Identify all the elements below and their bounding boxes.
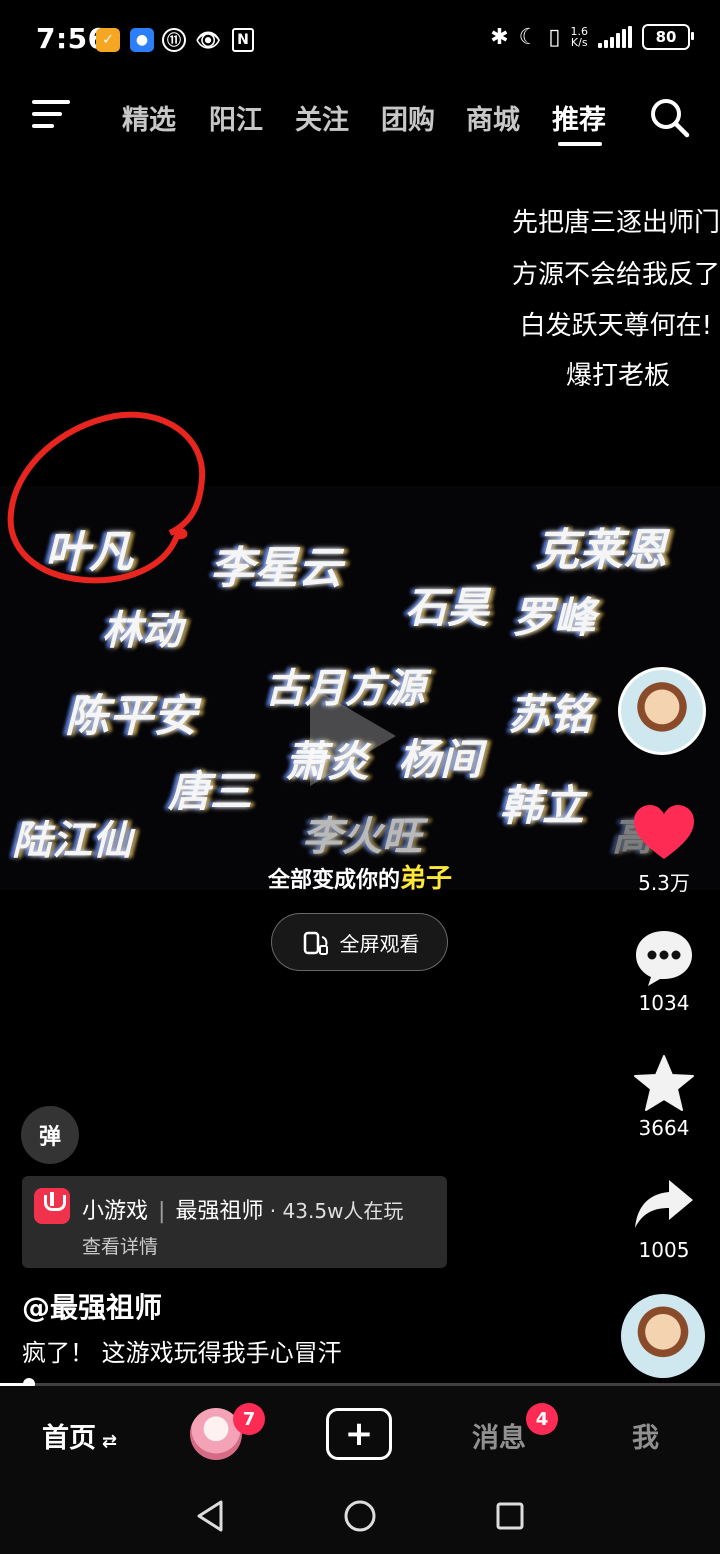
app-notification-icon-2: ● bbox=[130, 28, 154, 52]
share-count: 1005 bbox=[638, 1238, 690, 1262]
bluetooth-icon: ✱ bbox=[490, 24, 509, 50]
author-name[interactable]: @最强祖师 bbox=[22, 1286, 162, 1326]
system-nav-bar bbox=[0, 1484, 720, 1554]
fullscreen-button-label: 全屏观看 bbox=[339, 931, 420, 956]
tab-following[interactable]: 关注 bbox=[295, 98, 349, 137]
tab-mall[interactable]: 商城 bbox=[466, 98, 520, 137]
battery-icon: 80 bbox=[642, 24, 694, 50]
video-name: 林动 bbox=[102, 607, 182, 654]
comment-icon[interactable] bbox=[634, 929, 694, 987]
moon-icon: ☾ bbox=[518, 24, 539, 50]
back-icon[interactable] bbox=[193, 1498, 227, 1534]
music-disc-avatar[interactable] bbox=[621, 1294, 705, 1378]
friends-badge: 7 bbox=[233, 1403, 265, 1435]
mini-game-icon bbox=[34, 1188, 70, 1224]
mini-game-players-value: 43.5w人在玩 bbox=[282, 1199, 404, 1223]
video-name: 杨间 bbox=[398, 735, 483, 784]
danmaku-button-label: 弹 bbox=[38, 1125, 61, 1150]
top-nav: 精选 阳江 关注 团购 商城 推荐 bbox=[0, 80, 720, 160]
favorite-count: 3664 bbox=[638, 1116, 690, 1140]
caption-line: 爆打老板 bbox=[565, 361, 670, 391]
mini-game-title: 小游戏 | 最强祖师 · 43.5w人在玩 bbox=[82, 1193, 403, 1225]
mini-game-name: 最强祖师 bbox=[175, 1199, 264, 1224]
video-name: 韩立 bbox=[500, 781, 585, 830]
play-icon[interactable] bbox=[310, 686, 396, 786]
status-right: ✱ ☾ ▯ 1.6 K/s 80 bbox=[490, 24, 694, 50]
vibrate-icon: ▯ bbox=[548, 24, 561, 50]
video-name: 李火旺 bbox=[302, 813, 422, 860]
mini-game-players: · 43.5w人在玩 bbox=[263, 1199, 404, 1223]
bottom-tab-bar: 首页 ⇄ 7 + 消息 4 我 bbox=[0, 1386, 720, 1484]
video-name: 唐三 bbox=[168, 767, 253, 816]
tab-home-label: 首页 bbox=[42, 1423, 96, 1454]
video-name: 陈平安 bbox=[65, 691, 197, 742]
rotate-screen-icon bbox=[303, 931, 328, 955]
active-tab-indicator bbox=[558, 142, 602, 146]
author-avatar[interactable] bbox=[618, 667, 706, 755]
eye-icon: 👁 bbox=[195, 28, 221, 52]
home-circle-icon[interactable] bbox=[342, 1498, 378, 1534]
annotation-circle bbox=[7, 411, 206, 584]
mini-game-card[interactable]: 小游戏 | 最强祖师 · 43.5w人在玩 查看详情 bbox=[22, 1176, 447, 1268]
recent-apps-icon[interactable] bbox=[493, 1499, 527, 1533]
nfc-icon: N bbox=[232, 28, 254, 52]
net-speed-unit: K/s bbox=[570, 36, 588, 49]
tab-yangjiang[interactable]: 阳江 bbox=[209, 98, 263, 137]
battery-level: 80 bbox=[655, 28, 677, 46]
video-name: 罗峰 bbox=[512, 593, 597, 642]
tab-me[interactable]: 我 bbox=[632, 1416, 659, 1455]
video-subtitle-text: 全部变成你的 bbox=[267, 868, 400, 890]
favorite-star-icon[interactable] bbox=[633, 1054, 695, 1112]
mini-game-detail-link[interactable]: 查看详情 bbox=[82, 1232, 158, 1259]
add-post-button[interactable]: + bbox=[326, 1408, 392, 1460]
menu-icon[interactable] bbox=[32, 100, 70, 132]
tab-featured[interactable]: 精选 bbox=[122, 98, 176, 137]
tab-recommended[interactable]: 推荐 bbox=[552, 98, 606, 137]
video-subtitle: 全部变成你的弟子 bbox=[0, 858, 720, 890]
video-name: 克莱恩 bbox=[535, 525, 667, 576]
like-count: 5.3万 bbox=[638, 871, 690, 895]
mini-game-separator: | bbox=[158, 1199, 166, 1224]
tab-group-buy[interactable]: 团购 bbox=[381, 98, 435, 137]
net-speed: 1.6 K/s bbox=[571, 26, 589, 48]
video-subtitle-highlight: 弟子 bbox=[400, 864, 453, 890]
comment-count: 1034 bbox=[638, 991, 690, 1015]
video-name: 石昊 bbox=[405, 583, 490, 632]
messages-badge: 4 bbox=[526, 1403, 558, 1435]
signal-icon bbox=[598, 26, 632, 48]
share-icon[interactable] bbox=[633, 1178, 695, 1230]
fullscreen-button[interactable]: 全屏观看 bbox=[271, 913, 448, 971]
like-icon[interactable] bbox=[632, 803, 696, 861]
search-icon[interactable] bbox=[648, 96, 690, 138]
video-name: 苏铭 bbox=[508, 690, 593, 739]
switch-arrows-icon: ⇄ bbox=[102, 1431, 118, 1452]
mini-game-type: 小游戏 bbox=[82, 1199, 149, 1224]
video-description: 疯了！ 这游戏玩得我手心冒汗 bbox=[22, 1339, 342, 1367]
app-notification-icon: ✓ bbox=[96, 28, 120, 52]
app-notification-icon-3: ⑪ bbox=[162, 28, 186, 52]
tab-messages[interactable]: 消息 bbox=[472, 1416, 526, 1455]
video-name: 李星云 bbox=[210, 543, 342, 594]
caption-line: 方源不会给我反了 bbox=[511, 260, 720, 290]
danmaku-button[interactable]: 弹 bbox=[21, 1106, 79, 1164]
caption-line: 先把唐三逐出师门 bbox=[511, 208, 720, 238]
caption-line: 白发跃天尊何在! bbox=[519, 311, 712, 341]
status-bar: 7:56 ✓ ● ⑪ 👁 N ✱ ☾ ▯ 1.6 K/s 80 bbox=[0, 0, 720, 78]
tab-home[interactable]: 首页 ⇄ bbox=[42, 1416, 117, 1455]
plus-icon: + bbox=[344, 1414, 374, 1454]
